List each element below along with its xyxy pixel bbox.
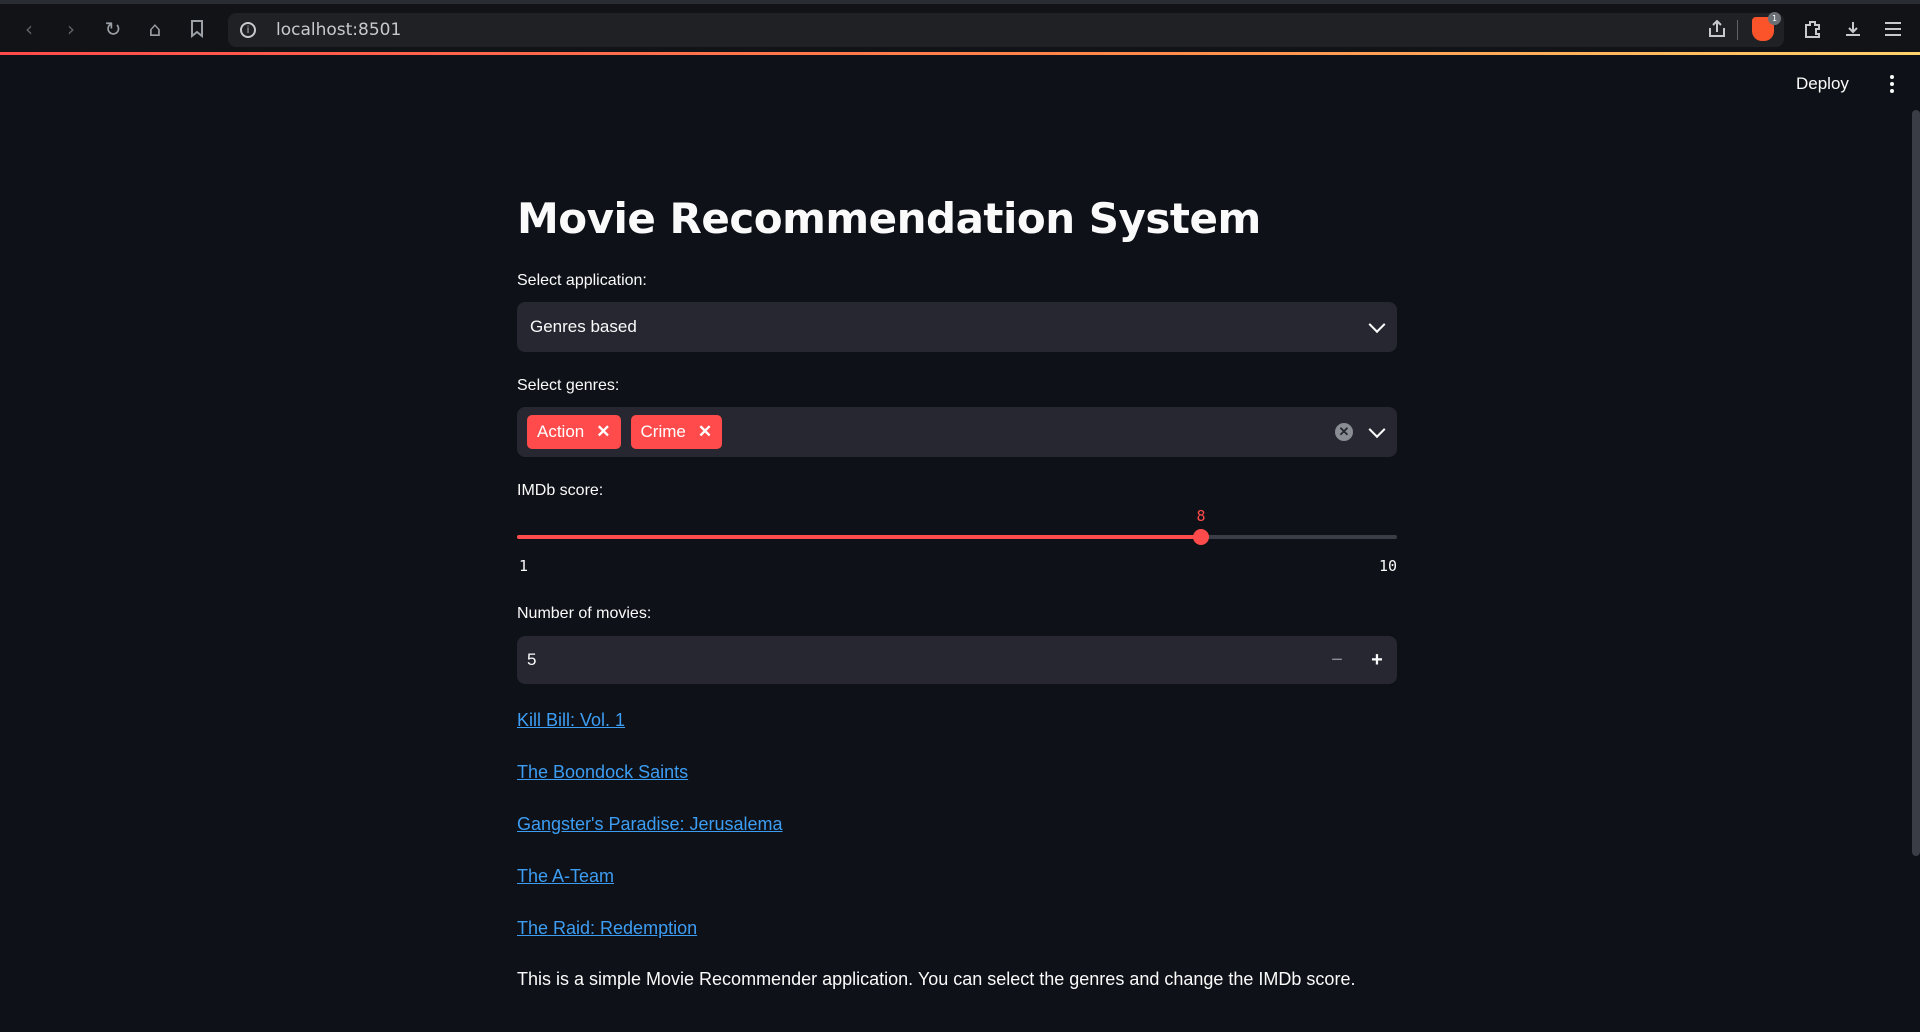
genres-multiselect[interactable]: Action ✕ Crime ✕ ✕ [517,407,1397,457]
bookmark-icon[interactable] [182,14,212,44]
imdb-label: IMDb score: [517,482,604,499]
brave-badge: 1 [1768,12,1781,25]
application-select[interactable]: Genres based [517,302,1397,352]
address-bar[interactable]: i localhost:8501 [228,13,1784,47]
scrollbar[interactable] [1912,110,1920,856]
share-icon[interactable] [1702,14,1732,44]
movie-link[interactable]: Gangster's Paradise: Jerusalema [517,814,783,835]
slider-max-label: 10 [1378,557,1397,575]
main-menu-icon[interactable] [1882,72,1902,96]
loading-decoration [0,52,1920,55]
forward-icon[interactable]: › [56,14,86,44]
back-icon[interactable]: ‹ [14,14,44,44]
home-icon[interactable]: ⌂ [140,14,170,44]
chevron-down-icon[interactable] [1368,316,1386,334]
download-icon[interactable] [1838,14,1868,44]
site-info-icon[interactable]: i [240,22,256,38]
url-text: localhost:8501 [276,20,402,40]
slider-thumb[interactable] [1193,529,1209,545]
genres-label: Select genres: [517,377,620,394]
application-label: Select application: [517,272,647,289]
reload-icon[interactable]: ↻ [98,14,128,44]
toolbar-divider [1737,20,1738,40]
browser-toolbar: ‹ › ↻ ⌂ i localhost:8501 1 [0,0,1920,52]
increment-button[interactable]: + [1357,636,1397,684]
page-title: Movie Recommendation System [517,194,1261,243]
remove-tag-icon[interactable]: ✕ [596,422,610,442]
imdb-slider[interactable] [517,529,1397,545]
slider-fill [517,535,1201,539]
remove-tag-icon[interactable]: ✕ [698,422,712,442]
movie-link[interactable]: The Raid: Redemption [517,918,697,939]
genre-tag-action: Action ✕ [527,415,621,449]
chevron-down-icon[interactable] [1368,421,1386,439]
genre-tag-crime: Crime ✕ [630,415,723,449]
movie-link[interactable]: Kill Bill: Vol. 1 [517,710,625,731]
description-text: This is a simple Movie Recommender appli… [517,969,1356,989]
slider-current-value: 8 [1196,507,1206,525]
extensions-icon[interactable] [1798,14,1828,44]
genre-tag-label: Action [537,422,585,441]
application-select-value: Genres based [530,317,637,336]
menu-icon[interactable] [1878,14,1908,44]
brave-shield-icon[interactable]: 1 [1748,12,1781,44]
movies-count-value: 5 [527,650,537,669]
movies-count-label: Number of movies: [517,605,652,622]
decrement-button[interactable]: − [1317,636,1357,684]
slider-min-label: 1 [519,557,529,575]
movie-link[interactable]: The Boondock Saints [517,762,688,783]
movies-count-input[interactable]: 5 − + [517,636,1397,684]
movie-link[interactable]: The A-Team [517,866,614,887]
genre-tag-label: Crime [640,422,686,441]
deploy-button[interactable]: Deploy [1796,70,1849,98]
clear-all-icon[interactable]: ✕ [1335,423,1353,441]
